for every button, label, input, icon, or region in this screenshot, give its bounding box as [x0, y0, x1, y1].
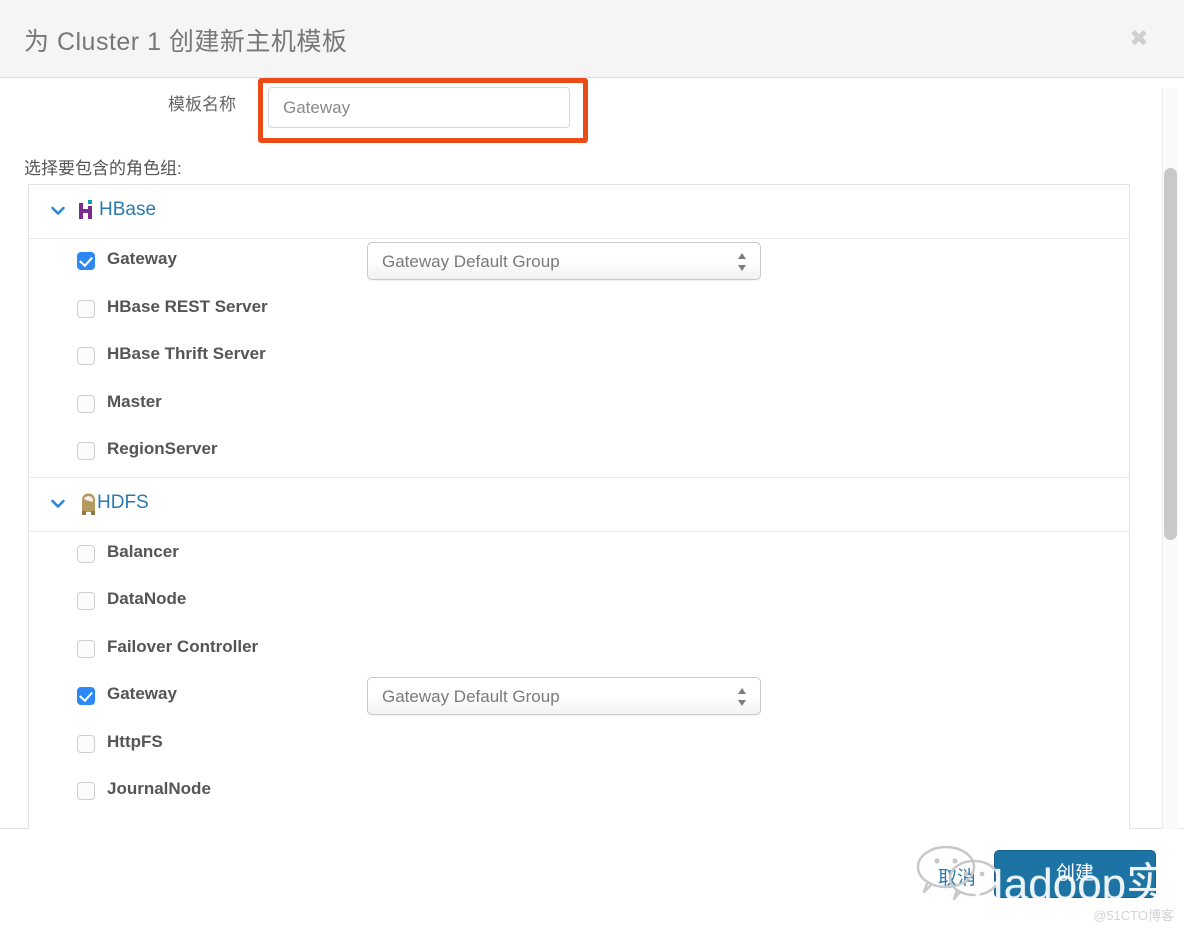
close-icon[interactable]: ✖ [1126, 26, 1152, 52]
role-label[interactable]: HBase REST Server [107, 297, 268, 317]
role-group-select-value: Gateway Default Group [382, 687, 560, 706]
role-label[interactable]: Gateway [107, 249, 177, 269]
role-label[interactable]: Failover Controller [107, 637, 258, 657]
role-checkbox-master[interactable] [77, 394, 95, 413]
hbase-logo-icon [77, 198, 101, 224]
role-row: Balancer [29, 532, 1129, 580]
dialog-title: 为 Cluster 1 创建新主机模板 [24, 28, 348, 56]
role-row: JournalNode [29, 769, 1129, 817]
role-checkbox-gateway-hbase[interactable] [77, 252, 95, 270]
chevron-down-icon[interactable] [49, 495, 67, 513]
role-checkbox-httpfs[interactable] [77, 734, 95, 753]
role-row: HttpFS [29, 722, 1129, 770]
role-row: Gateway Gateway Default Group [29, 674, 1129, 722]
role-group-list: HBase Gateway Gateway Default Group HBas… [28, 184, 1130, 829]
spinner-arrows-icon [736, 686, 748, 708]
role-row: DataNode [29, 579, 1129, 627]
role-label[interactable]: JournalNode [107, 779, 211, 799]
role-label[interactable]: RegionServer [107, 439, 218, 459]
role-group-select-value: Gateway Default Group [382, 252, 560, 271]
role-checkbox-regionserver[interactable] [77, 442, 95, 460]
role-label[interactable]: HBase Thrift Server [107, 344, 266, 364]
chevron-down-icon[interactable] [49, 202, 67, 220]
role-label[interactable]: Gateway [107, 684, 177, 704]
role-row: HBase REST Server [29, 287, 1129, 335]
role-row: RegionServer [29, 429, 1129, 477]
role-group-select-gateway-hdfs[interactable]: Gateway Default Group [367, 677, 761, 715]
dialog-header: 为 Cluster 1 创建新主机模板 ✖ [0, 0, 1184, 78]
role-groups-section-label: 选择要包含的角色组: [24, 159, 182, 178]
role-checkbox-hbase-rest-server[interactable] [77, 299, 95, 318]
spinner-arrows-icon [736, 251, 748, 273]
role-checkbox-gateway-hdfs[interactable] [77, 687, 95, 705]
role-checkbox-failover-controller[interactable] [77, 639, 95, 658]
role-row: Master [29, 382, 1129, 430]
template-name-label: 模板名称 [168, 95, 236, 114]
create-host-template-dialog: 为 Cluster 1 创建新主机模板 ✖ 模板名称 选择要包含的角色组: [0, 0, 1184, 930]
dialog-body: 模板名称 选择要包含的角色组: [0, 78, 1184, 829]
role-checkbox-hbase-thrift-server[interactable] [77, 347, 95, 365]
cancel-button[interactable]: 取消 [938, 863, 976, 890]
role-label[interactable]: DataNode [107, 589, 186, 609]
role-checkbox-journalnode[interactable] [77, 782, 95, 800]
service-name-hdfs[interactable]: HDFS [97, 492, 149, 514]
template-name-row: 模板名称 [0, 78, 1184, 148]
dialog-scrollbar-thumb[interactable] [1164, 168, 1177, 540]
service-header-hdfs[interactable]: HDFS [29, 476, 1129, 532]
role-row: Failover Controller [29, 627, 1129, 675]
service-header-hbase[interactable]: HBase [29, 185, 1129, 239]
role-checkbox-balancer[interactable] [77, 544, 95, 563]
role-group-select-gateway-hbase[interactable]: Gateway Default Group [367, 242, 761, 280]
role-label[interactable]: Master [107, 392, 162, 412]
role-checkbox-datanode[interactable] [77, 592, 95, 610]
role-row: Gateway Gateway Default Group [29, 239, 1129, 287]
template-name-input[interactable] [268, 87, 570, 128]
create-button[interactable]: 创建 [994, 850, 1156, 898]
role-row: HBase Thrift Server [29, 334, 1129, 382]
role-label[interactable]: HttpFS [107, 732, 163, 752]
dialog-footer: 取消 创建 [0, 830, 1184, 930]
role-label[interactable]: Balancer [107, 542, 179, 562]
service-name-hbase[interactable]: HBase [99, 199, 156, 221]
